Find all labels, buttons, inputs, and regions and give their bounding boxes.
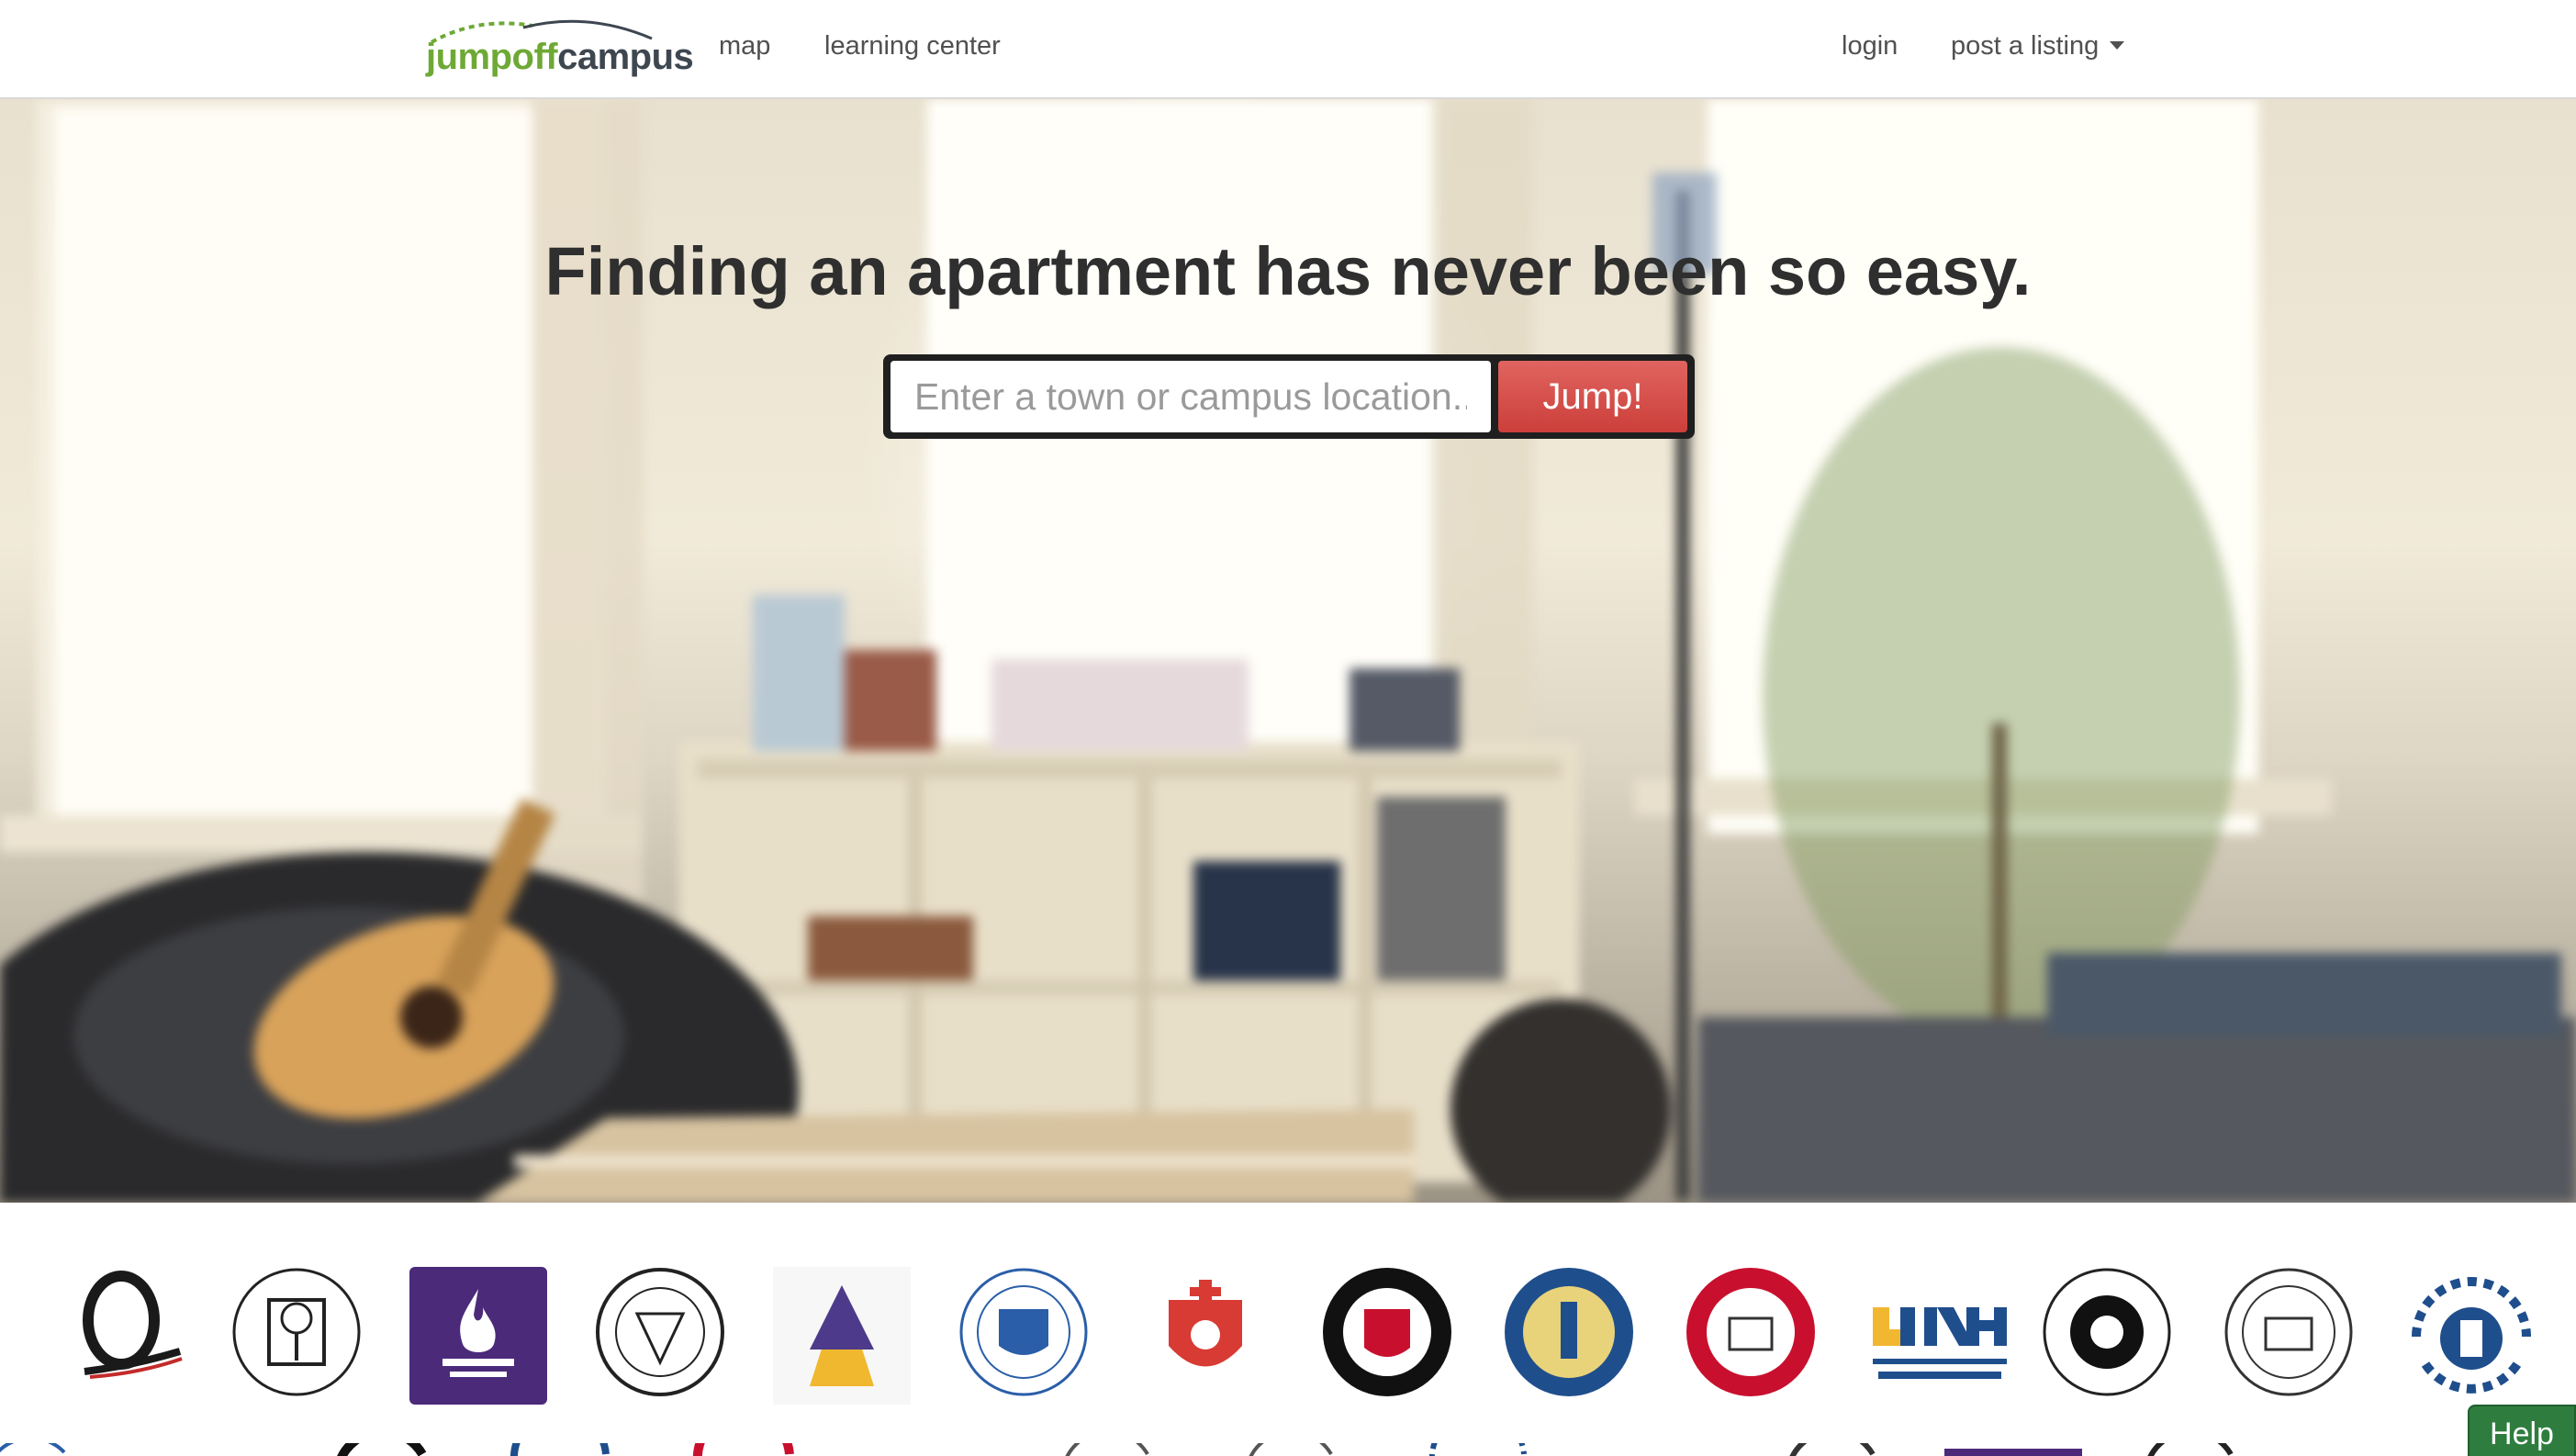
partial-logo-left xyxy=(0,1267,9,1322)
nav-map-link[interactable]: map xyxy=(719,28,770,64)
red-shield-icon xyxy=(1169,1280,1242,1367)
bridgeport-seal-icon xyxy=(232,1268,361,1396)
logo-roger-williams[interactable] xyxy=(1500,1263,1638,1401)
providence-seal-icon xyxy=(596,1268,724,1396)
logo-assumption[interactable] xyxy=(773,1267,911,1405)
jumpoffcampus-logo[interactable]: jumpoffcampus xyxy=(422,15,694,81)
caret-down-icon xyxy=(2110,40,2125,50)
logo-rensselaer[interactable] xyxy=(1318,1263,1456,1401)
page: jumpoffcampus map learning center login … xyxy=(0,0,2576,1456)
assumption-a-icon xyxy=(810,1285,874,1386)
logo-purple-flame[interactable] xyxy=(409,1267,547,1405)
navbar: jumpoffcampus map learning center login … xyxy=(0,0,2576,99)
logo-salve-regina[interactable] xyxy=(2398,1263,2545,1410)
nav-login-link[interactable]: login xyxy=(1842,28,1898,64)
second-row-partial-logos xyxy=(0,1443,2234,1456)
flame-icon xyxy=(442,1289,514,1377)
rensselaer-seal-icon xyxy=(1323,1268,1451,1396)
quinnipiac-q-icon xyxy=(83,1271,183,1379)
logo-quinnipiac[interactable] xyxy=(66,1263,185,1392)
logo-university-of-new-haven[interactable] xyxy=(1864,1263,2010,1401)
clark-seal-icon xyxy=(1686,1268,1815,1396)
logo-university-of-bridgeport[interactable] xyxy=(228,1263,365,1401)
colby-seal-icon xyxy=(2043,1268,2171,1396)
logo-hult[interactable] xyxy=(2220,1263,2358,1401)
logo-brandeis[interactable] xyxy=(955,1263,1092,1401)
nav-learning-center-link[interactable]: learning center xyxy=(824,28,1001,64)
roger-williams-seal-icon xyxy=(1505,1268,1633,1396)
logo-red-shield[interactable] xyxy=(1137,1263,1274,1401)
hult-seal-icon xyxy=(2224,1268,2353,1396)
logo-clark-university[interactable] xyxy=(1682,1263,1820,1401)
nav-post-listing-dropdown[interactable]: post a listing xyxy=(1951,28,2125,64)
location-search-input[interactable] xyxy=(890,361,1491,432)
university-logos-strip xyxy=(0,1203,2576,1456)
salve-regina-seal-icon xyxy=(2412,1277,2531,1394)
hero-title: Finding an apartment has never been so e… xyxy=(544,233,2032,309)
jump-button[interactable]: Jump! xyxy=(1498,361,1687,432)
brandeis-seal-icon xyxy=(959,1268,1088,1396)
help-button[interactable]: Help xyxy=(2468,1405,2576,1456)
logo-providence-college[interactable] xyxy=(591,1263,729,1401)
unh-logo-icon xyxy=(1873,1307,2007,1379)
logo-text: jumpoffcampus xyxy=(426,37,694,77)
logo-colby-college[interactable] xyxy=(2038,1263,2176,1401)
hero-banner: Finding an apartment has never been so e… xyxy=(0,99,2576,1203)
post-listing-label: post a listing xyxy=(1951,31,2100,61)
search-form: Jump! xyxy=(883,354,1695,439)
